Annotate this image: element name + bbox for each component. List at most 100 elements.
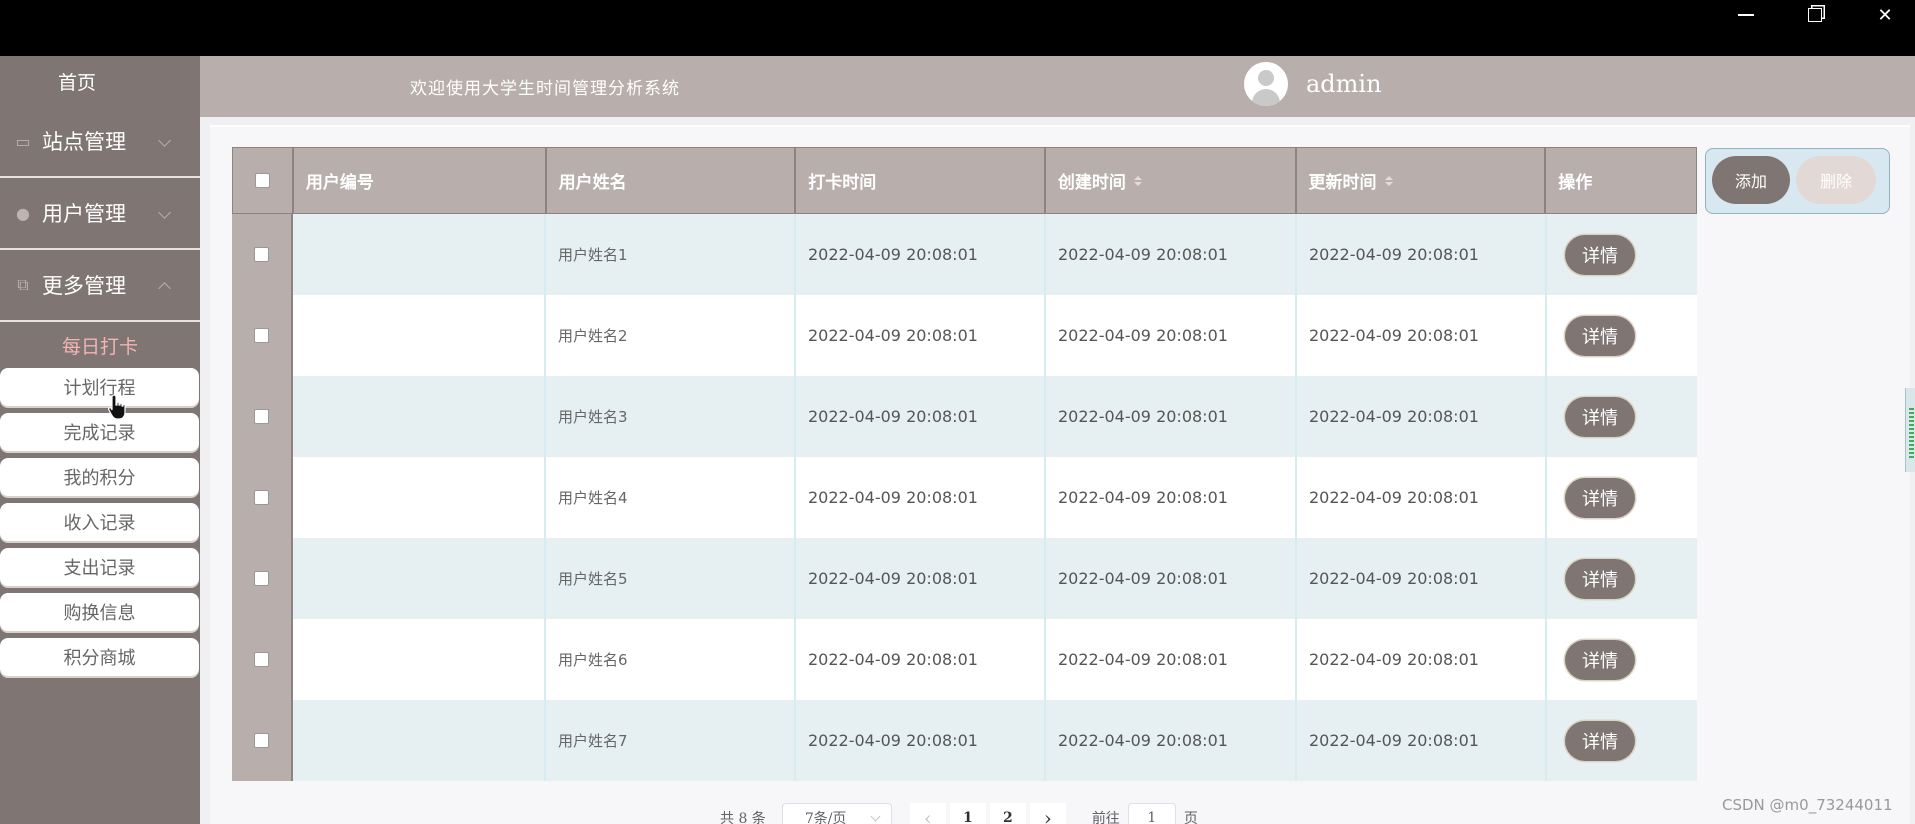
row-checkbox-cell (232, 214, 293, 295)
close-icon[interactable]: ✕ (1855, 0, 1915, 30)
sidebar-item-shop[interactable]: 积分商城 (0, 638, 199, 676)
add-button[interactable]: 添加 (1712, 156, 1790, 204)
table-row: 用户姓名4 2022-04-09 20:08:01 2022-04-09 20:… (232, 457, 1697, 538)
sort-icon[interactable] (1384, 175, 1393, 186)
delete-button[interactable]: 删除 (1796, 156, 1876, 204)
restore-icon[interactable] (1785, 0, 1845, 30)
cell-updated-time: 2022-04-09 20:08:01 (1297, 376, 1547, 457)
sidebar-item-expense[interactable]: 支出记录 (0, 548, 199, 586)
page-1-button[interactable]: 1 (949, 803, 986, 824)
cell-updated-time: 2022-04-09 20:08:01 (1297, 457, 1547, 538)
row-checkbox[interactable] (254, 490, 269, 505)
pagination: 共 8 条 7条/页 ‹ 1 2 › 前往 1 页 (720, 803, 1198, 824)
row-checkbox[interactable] (254, 247, 269, 262)
cell-created-time: 2022-04-09 20:08:01 (1046, 457, 1297, 538)
action-toolbar: 添加 删除 (1705, 148, 1890, 214)
cell-punch-time: 2022-04-09 20:08:01 (796, 457, 1046, 538)
cell-actions: 详情 (1547, 214, 1697, 295)
row-checkbox-cell (232, 619, 293, 700)
chevron-down-icon (158, 206, 171, 219)
cell-user-name: 用户姓名5 (546, 538, 796, 619)
cell-created-time: 2022-04-09 20:08:01 (1046, 295, 1297, 376)
cell-updated-time: 2022-04-09 20:08:01 (1297, 700, 1547, 781)
goto-page-input[interactable]: 1 (1127, 803, 1176, 824)
column-header-sortable[interactable]: 创建时间 (1046, 148, 1297, 213)
detail-button[interactable]: 详情 (1565, 477, 1635, 518)
sidebar-item-completion[interactable]: 完成记录 (0, 413, 199, 451)
top-header: 欢迎使用大学生时间管理分析系统 admin (200, 56, 1915, 117)
column-header-sortable[interactable]: 更新时间 (1297, 148, 1547, 213)
cell-punch-time: 2022-04-09 20:08:01 (796, 700, 1046, 781)
cell-actions: 详情 (1547, 700, 1697, 781)
row-checkbox-cell (232, 295, 293, 376)
row-checkbox[interactable] (254, 328, 269, 343)
cell-actions: 详情 (1547, 295, 1697, 376)
detail-button[interactable]: 详情 (1565, 639, 1635, 680)
sidebar-home[interactable]: 首页 (0, 56, 200, 106)
window-title-bar: ✕ (0, 0, 1915, 56)
cell-user-name: 用户姓名3 (546, 376, 796, 457)
row-checkbox[interactable] (254, 733, 269, 748)
next-page-button[interactable]: › (1029, 803, 1066, 824)
menu-site-management[interactable]: ▭ 站点管理 (0, 106, 200, 178)
scrollbar[interactable] (1905, 388, 1915, 472)
cell-user-id (293, 700, 546, 781)
watermark-text: CSDN @m0_73244011 (1722, 796, 1893, 814)
table-row: 用户姓名2 2022-04-09 20:08:01 2022-04-09 20:… (232, 295, 1697, 376)
row-checkbox-cell (232, 376, 293, 457)
column-label: 操作 (1558, 173, 1593, 193)
welcome-text: 欢迎使用大学生时间管理分析系统 (410, 79, 680, 99)
cell-punch-time: 2022-04-09 20:08:01 (796, 619, 1046, 700)
row-checkbox[interactable] (254, 652, 269, 667)
column-header: 用户编号 (294, 148, 547, 213)
user-icon: ● (16, 203, 30, 223)
sidebar-item-income[interactable]: 收入记录 (0, 503, 199, 541)
sidebar-item-exchange[interactable]: 购换信息 (0, 593, 199, 631)
detail-button[interactable]: 详情 (1565, 558, 1635, 599)
detail-button[interactable]: 详情 (1565, 234, 1635, 275)
menu-more-management[interactable]: ⧉ 更多管理 (0, 250, 200, 322)
row-checkbox[interactable] (254, 571, 269, 586)
cell-created-time: 2022-04-09 20:08:01 (1046, 214, 1297, 295)
avatar[interactable] (1244, 62, 1288, 106)
menu-label: 更多管理 (42, 274, 126, 298)
table-row: 用户姓名3 2022-04-09 20:08:01 2022-04-09 20:… (232, 376, 1697, 457)
pagination-total: 共 8 条 (720, 811, 766, 824)
cell-updated-time: 2022-04-09 20:08:01 (1297, 295, 1547, 376)
chevron-up-icon (158, 282, 171, 295)
goto-label: 前往 (1091, 811, 1120, 824)
page-unit-label: 页 (1183, 811, 1198, 824)
column-header: 打卡时间 (796, 148, 1046, 213)
cell-user-name: 用户姓名6 (546, 619, 796, 700)
cell-user-id (293, 457, 546, 538)
cell-updated-time: 2022-04-09 20:08:01 (1297, 538, 1547, 619)
column-header: 操作 (1546, 148, 1696, 213)
row-checkbox[interactable] (254, 409, 269, 424)
sidebar-item-points[interactable]: 我的积分 (0, 458, 199, 496)
sidebar-item-daily-checkin[interactable]: 每日打卡 (0, 322, 200, 368)
cell-user-name: 用户姓名7 (546, 700, 796, 781)
cell-updated-time: 2022-04-09 20:08:01 (1297, 619, 1547, 700)
cell-actions: 详情 (1547, 619, 1697, 700)
page-size-select[interactable]: 7条/页 (781, 803, 892, 824)
minimize-icon[interactable] (1716, 0, 1776, 30)
menu-user-management[interactable]: ● 用户管理 (0, 178, 200, 250)
data-table: 用户编号 用户姓名 打卡时间 创建时间 更新时间 操作 用户姓名1 2022-0… (232, 147, 1697, 781)
detail-button[interactable]: 详情 (1565, 396, 1635, 437)
prev-page-button[interactable]: ‹ (909, 803, 946, 824)
page-2-button[interactable]: 2 (989, 803, 1026, 824)
detail-button[interactable]: 详情 (1565, 315, 1635, 356)
menu-label: 站点管理 (42, 130, 126, 154)
detail-button[interactable]: 详情 (1565, 720, 1635, 761)
username[interactable]: admin (1306, 70, 1382, 98)
cell-user-id (293, 214, 546, 295)
cell-user-id (293, 295, 546, 376)
select-all-checkbox[interactable] (254, 173, 270, 188)
sidebar: 首页 ▭ 站点管理 ● 用户管理 ⧉ 更多管理 每日打卡 计划行程 完成记录 我… (0, 56, 200, 824)
column-header: 用户姓名 (547, 148, 797, 213)
row-checkbox-cell (232, 457, 293, 538)
sidebar-item-plan[interactable]: 计划行程 (0, 368, 199, 406)
cell-created-time: 2022-04-09 20:08:01 (1046, 376, 1297, 457)
row-checkbox-cell (232, 538, 293, 619)
sort-icon[interactable] (1133, 175, 1142, 186)
